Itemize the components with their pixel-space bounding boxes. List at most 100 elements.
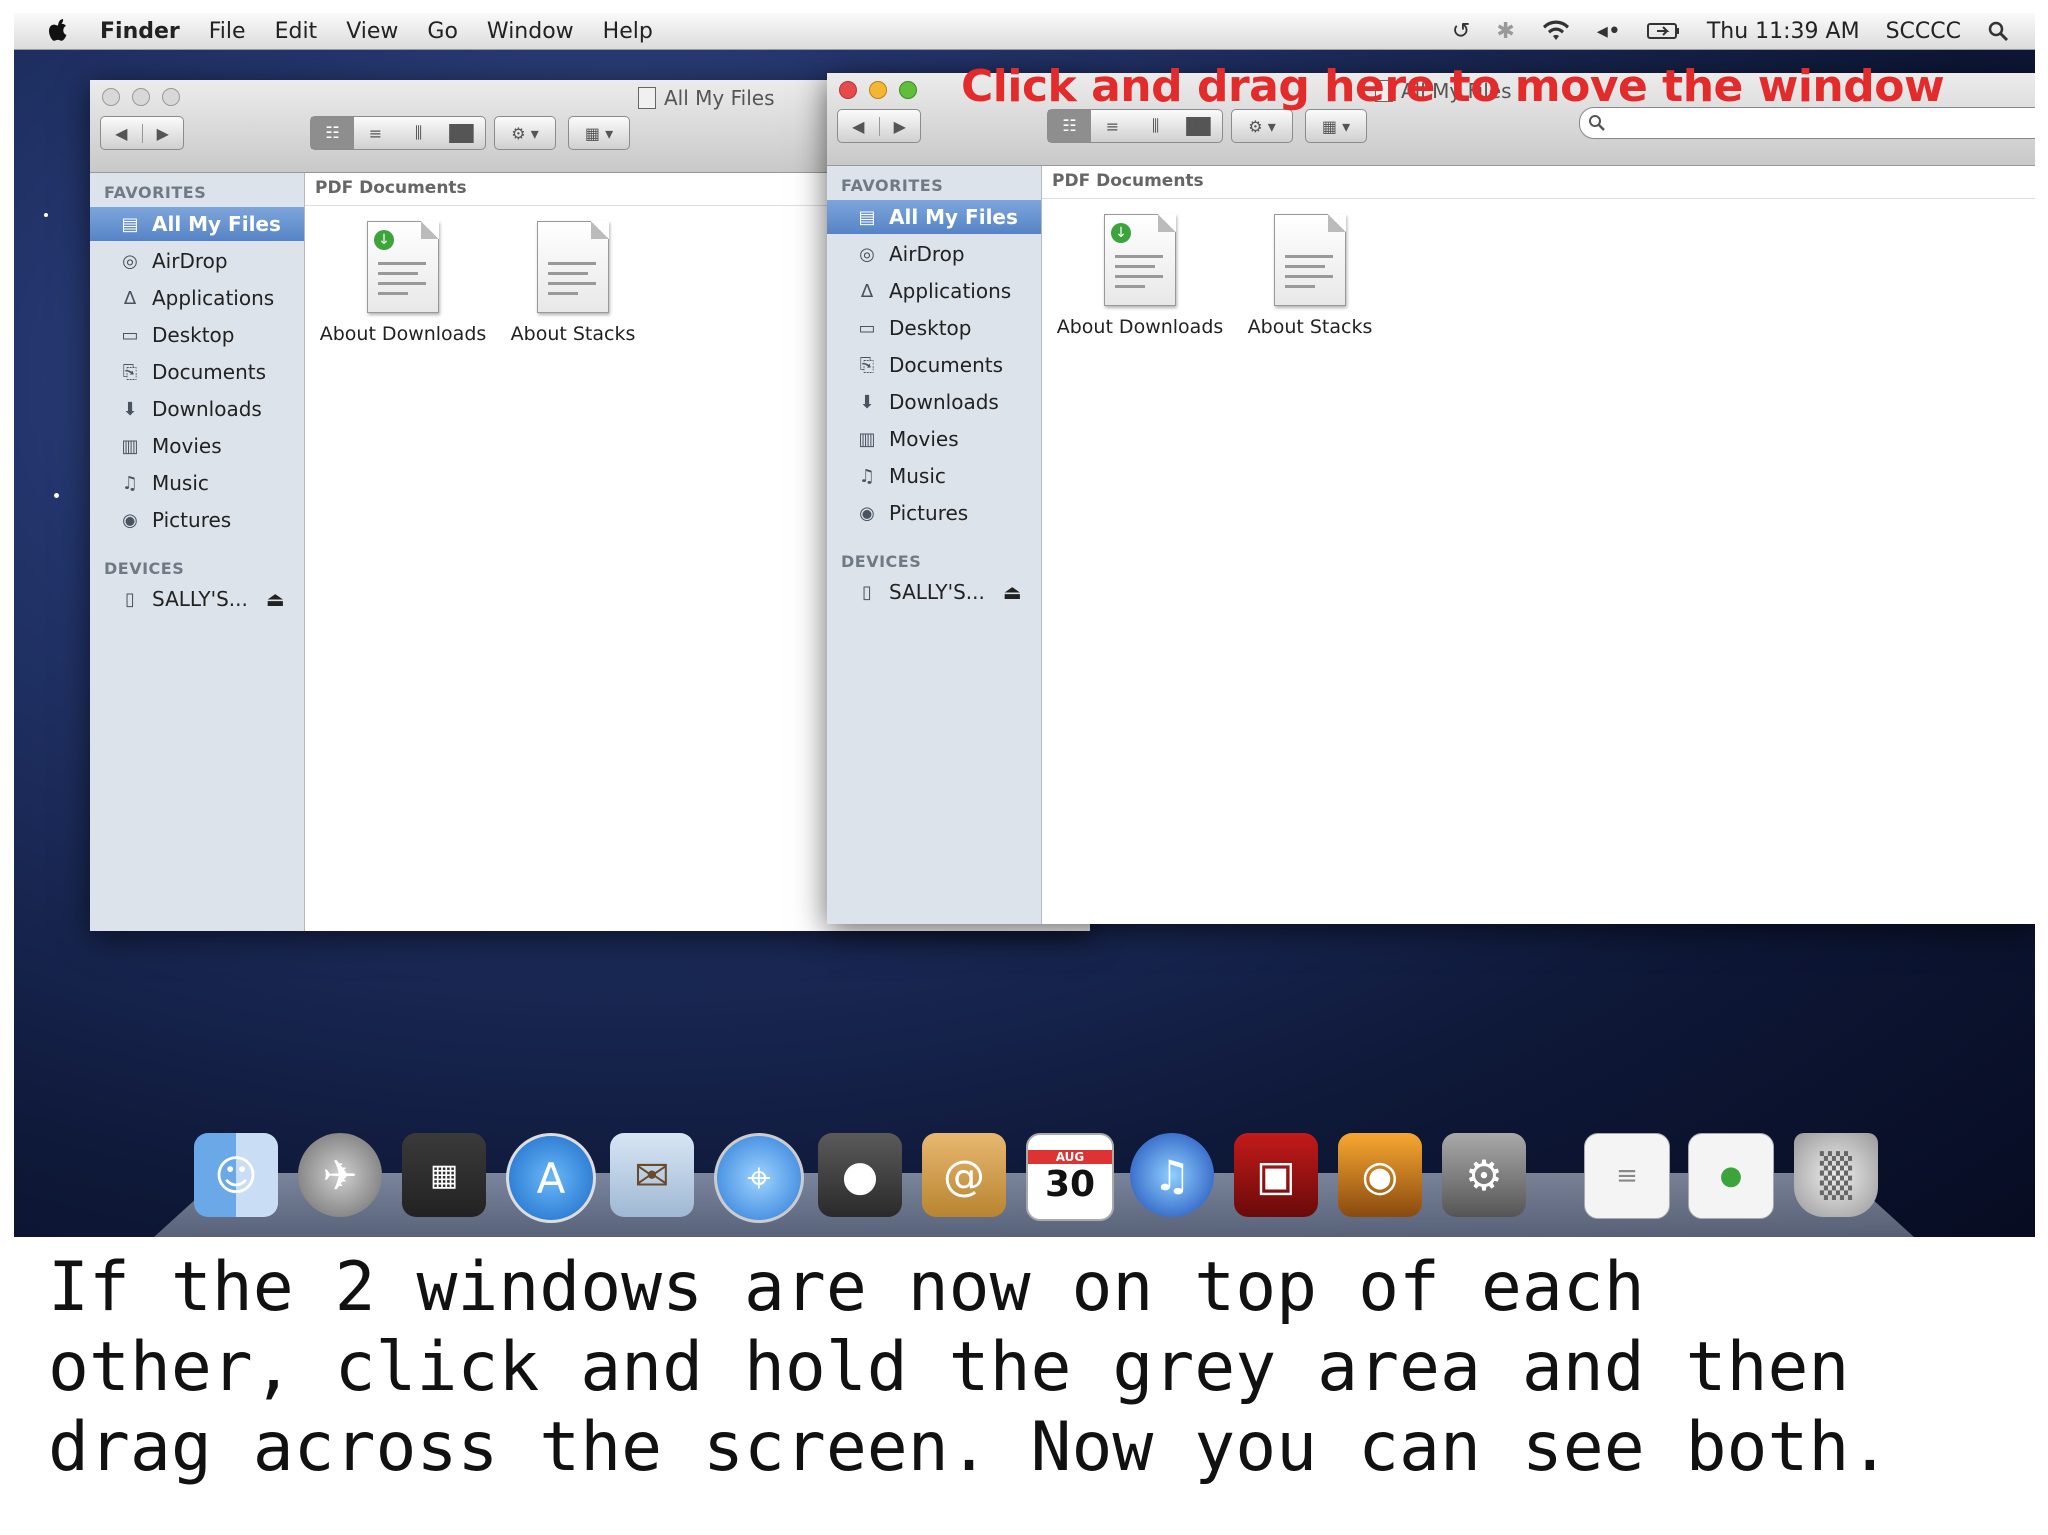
- launchpad-icon[interactable]: ✈: [298, 1133, 382, 1217]
- eject-icon[interactable]: ⏏: [1003, 580, 1022, 604]
- photo-booth-icon[interactable]: ▣: [1234, 1133, 1318, 1217]
- column-view-icon[interactable]: ⫼: [397, 123, 440, 143]
- back-forward-buttons[interactable]: ◀ ▶: [100, 116, 184, 150]
- sidebar-item-documents[interactable]: ⎘ Documents: [90, 355, 304, 389]
- arrange-menu-button[interactable]: ▦ ▾: [568, 116, 630, 150]
- wifi-icon[interactable]: [1541, 20, 1571, 42]
- address-book-icon[interactable]: @: [922, 1133, 1006, 1217]
- close-button[interactable]: [839, 81, 857, 99]
- sidebar-item-desktop[interactable]: ▭ Desktop: [827, 311, 1041, 345]
- sidebar-item-documents[interactable]: ⎘ Documents: [827, 348, 1041, 382]
- coverflow-view-icon[interactable]: ▐█▌: [440, 124, 483, 143]
- sidebar-item-movies[interactable]: ▥ Movies: [90, 429, 304, 463]
- arrange-icon[interactable]: ▦ ▾: [569, 124, 629, 143]
- itunes-icon[interactable]: ♫: [1130, 1133, 1214, 1217]
- menu-view[interactable]: View: [346, 19, 398, 44]
- apple-menu-icon[interactable]: [46, 18, 70, 44]
- back-arrow-icon[interactable]: ◀: [101, 124, 142, 143]
- iphoto-icon[interactable]: ◉: [1338, 1133, 1422, 1217]
- volume-icon[interactable]: ◂•: [1597, 19, 1621, 44]
- minimize-button[interactable]: [132, 88, 150, 106]
- sidebar-item-device[interactable]: ▯ SALLY'S... ⏏: [827, 575, 1041, 609]
- sidebar-item-all-my-files[interactable]: ▤ All My Files: [827, 200, 1041, 234]
- list-view-icon[interactable]: ≡: [1091, 117, 1134, 136]
- zoom-button[interactable]: [899, 81, 917, 99]
- group-header: PDF Documents: [1042, 166, 2035, 199]
- desktop-icon: ▭: [121, 324, 139, 346]
- finder-window-front[interactable]: All My Files ◀ ▶ ☷ ≡ ⫼ ▐█▌ ⚙ ▾ ▦ ▾ FAVORI…: [827, 73, 2035, 924]
- pictures-icon: ◉: [122, 509, 138, 531]
- sidebar-item-downloads[interactable]: ⬇ Downloads: [90, 392, 304, 426]
- list-view-icon[interactable]: ≡: [354, 124, 397, 143]
- downloads-icon: ⬇: [859, 391, 875, 413]
- menubar-user[interactable]: SCCCC: [1886, 19, 1961, 44]
- pdf-document-icon[interactable]: ●: [1688, 1133, 1774, 1219]
- view-mode-buttons[interactable]: ☷ ≡ ⫼ ▐█▌: [310, 116, 486, 150]
- spotlight-icon[interactable]: [1987, 20, 2009, 42]
- sidebar-item-applications[interactable]: ∆ Applications: [827, 274, 1041, 308]
- sidebar-item-airdrop[interactable]: ◎ AirDrop: [827, 237, 1041, 271]
- eject-icon[interactable]: ⏏: [266, 587, 285, 611]
- documents-icon: ⎘: [122, 361, 138, 383]
- mail-icon[interactable]: ✉: [610, 1133, 694, 1217]
- menu-file[interactable]: File: [209, 19, 246, 44]
- file-item[interactable]: About Stacks: [483, 221, 663, 345]
- mission-control-icon[interactable]: ▦: [402, 1133, 486, 1217]
- forward-arrow-icon[interactable]: ▶: [141, 123, 184, 143]
- view-mode-buttons[interactable]: ☷ ≡ ⫼ ▐█▌: [1047, 109, 1223, 143]
- pdf-document-icon[interactable]: ≡: [1584, 1133, 1670, 1219]
- gear-icon[interactable]: ⚙ ▾: [495, 124, 555, 143]
- sidebar-item-all-my-files[interactable]: ▤ All My Files: [90, 207, 304, 241]
- file-item[interactable]: About Stacks: [1220, 214, 1400, 338]
- finder-icon[interactable]: ☺: [194, 1133, 278, 1217]
- icon-view-icon[interactable]: ☷: [1048, 110, 1091, 142]
- safari-icon[interactable]: ⌖: [714, 1133, 804, 1223]
- sidebar-item-pictures[interactable]: ◉ Pictures: [827, 496, 1041, 530]
- icon-view-icon[interactable]: ☷: [311, 117, 354, 149]
- disk-icon: ▯: [862, 581, 872, 603]
- back-arrow-icon[interactable]: ◀: [838, 117, 879, 136]
- sidebar-item-downloads[interactable]: ⬇ Downloads: [827, 385, 1041, 419]
- ical-icon[interactable]: AUG 30: [1026, 1133, 1114, 1221]
- menu-window[interactable]: Window: [487, 19, 574, 44]
- action-menu-button[interactable]: ⚙ ▾: [1231, 109, 1293, 143]
- sidebar-item-airdrop[interactable]: ◎ AirDrop: [90, 244, 304, 278]
- arrange-icon[interactable]: ▦ ▾: [1306, 117, 1366, 136]
- desktop: Finder File Edit View Go Window Help ↺ ✱…: [14, 13, 2035, 1237]
- arrange-menu-button[interactable]: ▦ ▾: [1305, 109, 1367, 143]
- sidebar-item-music[interactable]: ♫ Music: [827, 459, 1041, 493]
- sidebar-item-movies[interactable]: ▥ Movies: [827, 422, 1041, 456]
- trash-icon[interactable]: ▒: [1794, 1133, 1878, 1217]
- facetime-icon[interactable]: ●: [818, 1133, 902, 1217]
- battery-icon[interactable]: [1646, 20, 1681, 42]
- app-store-icon[interactable]: A: [506, 1133, 596, 1223]
- close-button[interactable]: [102, 88, 120, 106]
- sidebar-item-device[interactable]: ▯ SALLY'S... ⏏: [90, 582, 304, 616]
- back-forward-buttons[interactable]: ◀ ▶: [837, 109, 921, 143]
- column-view-icon[interactable]: ⫼: [1134, 116, 1177, 136]
- file-browser: PDF Documents ↓ About Downloads About St…: [1042, 166, 2035, 924]
- file-item[interactable]: ↓ About Downloads: [1050, 214, 1230, 338]
- sidebar-item-applications[interactable]: ∆ Applications: [90, 281, 304, 315]
- zoom-button[interactable]: [162, 88, 180, 106]
- forward-arrow-icon[interactable]: ▶: [878, 116, 921, 136]
- coverflow-view-icon[interactable]: ▐█▌: [1177, 117, 1220, 136]
- sidebar-item-pictures[interactable]: ◉ Pictures: [90, 503, 304, 537]
- sidebar-item-desktop[interactable]: ▭ Desktop: [90, 318, 304, 352]
- menubar-clock[interactable]: Thu 11:39 AM: [1707, 19, 1860, 44]
- menu-help[interactable]: Help: [603, 19, 653, 44]
- time-machine-icon[interactable]: ↺: [1452, 19, 1470, 44]
- bluetooth-icon[interactable]: ✱: [1496, 19, 1514, 44]
- menu-finder[interactable]: Finder: [100, 19, 180, 44]
- action-menu-button[interactable]: ⚙ ▾: [494, 116, 556, 150]
- menu-edit[interactable]: Edit: [275, 19, 318, 44]
- file-item[interactable]: ↓ About Downloads: [313, 221, 493, 345]
- airdrop-icon: ◎: [859, 243, 875, 265]
- applications-icon: ∆: [123, 287, 137, 309]
- system-preferences-icon[interactable]: ⚙: [1442, 1133, 1526, 1217]
- star: [54, 493, 59, 498]
- sidebar-item-music[interactable]: ♫ Music: [90, 466, 304, 500]
- gear-icon[interactable]: ⚙ ▾: [1232, 117, 1292, 136]
- menu-go[interactable]: Go: [427, 19, 458, 44]
- minimize-button[interactable]: [869, 81, 887, 99]
